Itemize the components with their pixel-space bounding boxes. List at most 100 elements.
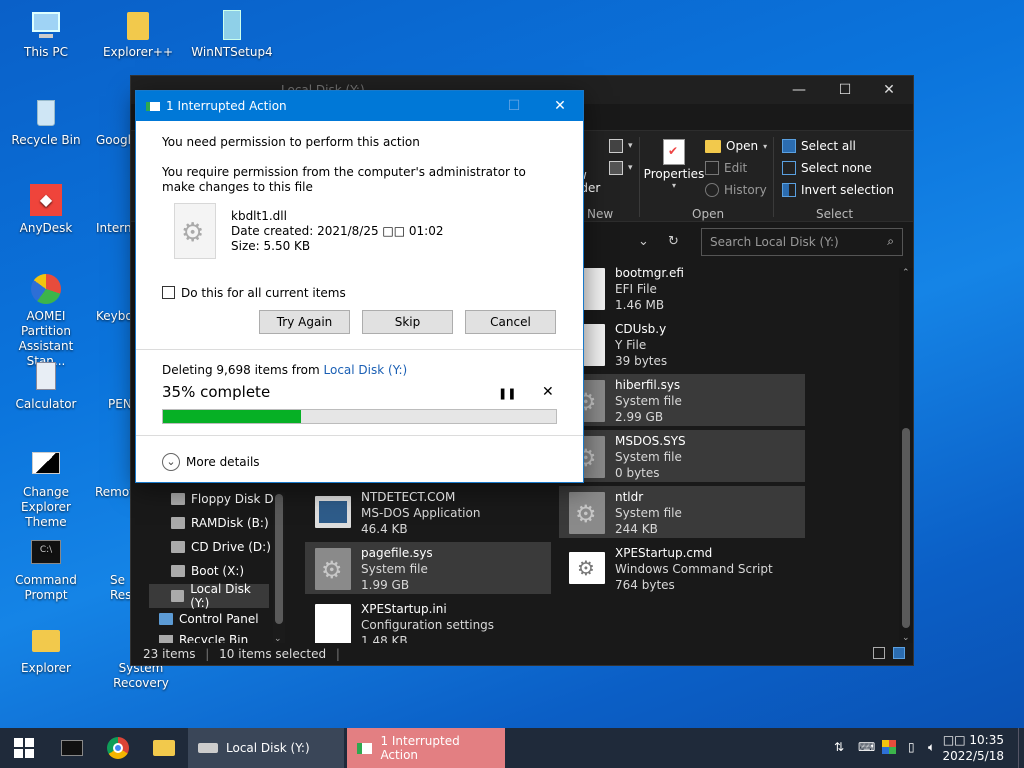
tiles-view-icon[interactable]: [893, 647, 905, 659]
list-item[interactable]: CDUsb.y Y File 39 bytes: [559, 318, 805, 370]
list-item[interactable]: XPEStartup.cmd Windows Command Script 764 …: [559, 542, 805, 594]
file-type: EFI File: [615, 282, 657, 296]
select-all-button[interactable]: Select all: [782, 139, 856, 153]
desktop-icon-explorer-plus[interactable]: Explorer++: [94, 8, 182, 60]
chevron-down-icon[interactable]: ⌄: [638, 234, 649, 249]
list-item[interactable]: NTDETECT.COM MS-DOS Application 46.4 KB: [305, 486, 551, 538]
search-icon: ⌕: [887, 234, 894, 248]
desktop-icon-change-theme[interactable]: Change Explorer Theme: [0, 448, 92, 530]
list-item[interactable]: bootmgr.efi EFI File 1.46 MB: [559, 262, 805, 314]
remote-icon: [95, 448, 129, 482]
scrollbar-thumb[interactable]: [902, 428, 910, 628]
taskbar-cmd[interactable]: [50, 728, 94, 768]
location-link[interactable]: Local Disk (Y:): [324, 363, 408, 377]
file-list-scrollbar[interactable]: ⌃ ⌄: [899, 268, 913, 643]
partition-icon: [29, 272, 63, 306]
desktop-icon-remote[interactable]: Remot: [95, 448, 135, 500]
desktop-icon-anydesk[interactable]: ◆ AnyDesk: [2, 184, 90, 236]
properties-icon: ✔: [663, 139, 685, 165]
details-view-icon[interactable]: [873, 647, 885, 659]
taskbar-chrome[interactable]: [96, 728, 140, 768]
nav-item-floppy[interactable]: Floppy Disk Dri: [171, 492, 282, 506]
list-item[interactable]: pagefile.sys System file 1.99 GB: [305, 542, 551, 594]
usb-icon[interactable]: ▯: [908, 740, 915, 754]
windows-icon: [14, 738, 34, 758]
cancel-button[interactable]: Cancel: [465, 310, 556, 334]
taskbar-explorer[interactable]: [142, 728, 186, 768]
desktop-icon-calculator[interactable]: Calculator: [2, 360, 90, 412]
color-icon[interactable]: [882, 740, 896, 754]
nav-item-control-panel[interactable]: Control Panel: [159, 612, 259, 626]
ribbon-separator: [773, 137, 774, 217]
taskbar-interrupted-action[interactable]: 1 Interrupted Action: [347, 728, 505, 768]
list-item[interactable]: XPEStartup.ini Configuration settings 1.48…: [305, 598, 551, 645]
chevron-down-icon[interactable]: ⌄: [162, 453, 180, 471]
keyboard-icon[interactable]: ⌨: [858, 740, 875, 754]
edit-icon: [705, 161, 719, 175]
maximize-button[interactable]: ☐: [823, 76, 867, 104]
pause-button[interactable]: ❚❚: [498, 387, 516, 400]
taskbar: Local Disk (Y:) 1 Interrupted Action ⇅ ⌨…: [0, 728, 1024, 768]
edit-button[interactable]: Edit: [705, 161, 747, 175]
list-item[interactable]: ntldr System file 244 KB: [559, 486, 805, 538]
history-button[interactable]: History: [705, 183, 767, 197]
desktop-icon-winntsetup[interactable]: WinNTSetup4: [188, 8, 276, 60]
start-button[interactable]: [2, 728, 46, 768]
desktop-icon-label: Explorer++: [102, 45, 174, 59]
volume-muted-icon[interactable]: 🔈︎: [928, 740, 935, 755]
open-button[interactable]: Open ▾: [705, 139, 767, 153]
show-desktop-button[interactable]: [1018, 728, 1024, 768]
nav-item-cd-drive[interactable]: CD Drive (D:): [171, 540, 271, 554]
file-size: 764 bytes: [615, 578, 675, 592]
more-details-link[interactable]: More details: [186, 455, 260, 470]
recycle-bin-icon: [29, 96, 63, 130]
folder-icon: [121, 8, 155, 42]
clock-date: 2022/5/18: [942, 749, 1004, 763]
nav-scrollbar[interactable]: ⌄: [273, 492, 285, 644]
invert-selection-button[interactable]: Invert selection: [782, 183, 894, 197]
theme-icon: [29, 448, 63, 482]
select-all-icon: [782, 139, 796, 153]
file-name: XPEStartup.cmd: [615, 546, 713, 560]
do-for-all-label: Do this for all current items: [181, 286, 346, 300]
nav-item-ramdisk[interactable]: RAMDisk (B:): [171, 516, 269, 530]
try-again-button[interactable]: Try Again: [259, 310, 350, 334]
skip-button[interactable]: Skip: [362, 310, 453, 334]
close-button[interactable]: ✕: [537, 91, 583, 121]
stop-button[interactable]: ✕: [542, 384, 554, 400]
keyboard-icon: [96, 272, 130, 306]
desktop-icon-aomei[interactable]: AOMEI Partition Assistant Stan...: [0, 272, 92, 369]
minimize-button[interactable]: —: [777, 76, 821, 104]
file-name: XPEStartup.ini: [361, 602, 447, 616]
drive-icon: [198, 743, 218, 753]
desktop-icon-settings[interactable]: Se Res: [110, 536, 132, 603]
search-input[interactable]: Search Local Disk (Y:) ⌕: [701, 228, 903, 256]
list-item[interactable]: MSDOS.SYS System file 0 bytes: [559, 430, 805, 482]
desktop-icon-this-pc[interactable]: This PC: [2, 8, 90, 60]
deleting-prefix: Deleting 9,698 items from: [162, 363, 324, 377]
chrome-icon: [96, 96, 130, 130]
close-button[interactable]: ✕: [867, 76, 911, 104]
nav-item-local-disk[interactable]: Local Disk (Y:): [149, 582, 269, 610]
select-none-button[interactable]: Select none: [782, 161, 872, 175]
easy-access-button[interactable]: ▾: [609, 161, 633, 175]
file-name: pagefile.sys: [361, 546, 433, 560]
file-name: CDUsb.y: [615, 322, 667, 336]
desktop-icon-label: Remot: [95, 485, 134, 499]
clock[interactable]: □□ 10:35 2022/5/18: [942, 732, 1004, 764]
do-for-all-checkbox[interactable]: [162, 286, 175, 299]
taskbar-local-disk[interactable]: Local Disk (Y:): [188, 728, 344, 768]
list-item[interactable]: hiberfil.sys System file 2.99 GB: [559, 374, 805, 426]
nav-item-boot[interactable]: Boot (X:): [171, 564, 244, 578]
refresh-icon[interactable]: ↻: [668, 234, 679, 249]
computer-icon: [29, 8, 63, 42]
nav-item-label: Floppy Disk Dri: [191, 492, 282, 506]
desktop-icon-explorer[interactable]: Explorer: [2, 624, 90, 676]
network-icon[interactable]: ⇅: [834, 740, 844, 754]
taskbar-item-label: Local Disk (Y:): [226, 741, 310, 755]
properties-button[interactable]: ✔ Properties ▾: [644, 139, 704, 190]
new-item-button[interactable]: ▾: [609, 139, 633, 153]
select-none-icon: [782, 161, 796, 175]
desktop-icon-recycle-bin[interactable]: Recycle Bin: [2, 96, 90, 148]
desktop-icon-command-prompt[interactable]: C:\ Command Prompt: [2, 536, 90, 603]
